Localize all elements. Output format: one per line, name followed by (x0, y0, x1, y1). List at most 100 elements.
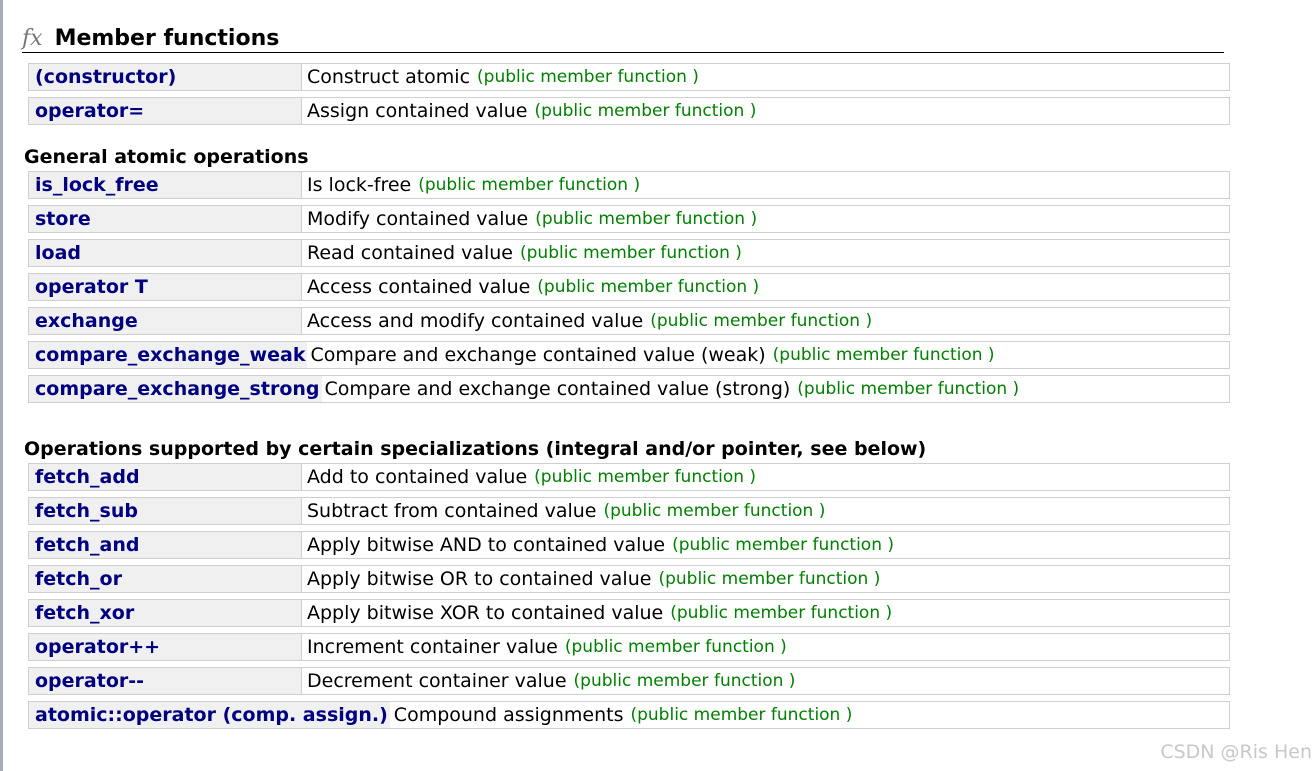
member-description: Decrement container value (307, 670, 567, 692)
left-border (0, 0, 3, 771)
desc-cell: Add to contained value (public member fu… (302, 466, 756, 488)
member-kind: (public member function ) (630, 705, 853, 725)
name-cell: fetch_xor (29, 600, 302, 626)
table-row: store Modify contained value (public mem… (28, 205, 1230, 233)
member-description: Compound assignments (393, 704, 624, 726)
member-description: Read contained value (307, 242, 513, 264)
member-kind: (public member function ) (650, 311, 873, 331)
desc-cell: Modify contained value (public member fu… (302, 208, 757, 230)
member-kind: (public member function ) (573, 671, 796, 691)
member-kind: (public member function ) (418, 175, 641, 195)
member-table-basic: (constructor) Construct atomic (public m… (28, 63, 1230, 125)
name-cell: fetch_and (29, 532, 302, 558)
member-description: Access contained value (307, 276, 531, 298)
member-description: Compare and exchange contained value (we… (310, 344, 766, 366)
member-link[interactable]: exchange (35, 310, 138, 332)
member-link[interactable]: compare_exchange_strong (35, 378, 320, 400)
table-row: atomic::operator (comp. assign.) Compoun… (28, 701, 1230, 729)
name-cell: operator= (29, 98, 302, 124)
table-row: exchange Access and modify contained val… (28, 307, 1230, 335)
fx-icon: fx (22, 26, 43, 51)
desc-cell: Construct atomic (public member function… (302, 66, 699, 88)
member-link[interactable]: operator= (35, 100, 144, 122)
member-link[interactable]: fetch_add (35, 466, 140, 488)
member-kind: (public member function ) (520, 243, 742, 263)
member-description: Access and modify contained value (307, 310, 644, 332)
name-cell: exchange (29, 308, 302, 334)
desc-cell: Assign contained value (public member fu… (302, 100, 756, 122)
member-link[interactable]: store (35, 208, 91, 230)
desc-cell: Is lock-free (public member function ) (302, 174, 640, 196)
desc-cell: Compound assignments (public member func… (390, 704, 853, 726)
member-link[interactable]: fetch_xor (35, 602, 134, 624)
member-kind: (public member function ) (672, 535, 895, 555)
name-cell: operator++ (29, 634, 302, 660)
member-description: Apply bitwise XOR to contained value (307, 602, 664, 624)
member-kind: (public member function ) (534, 101, 757, 121)
member-link[interactable]: load (35, 242, 81, 264)
member-link[interactable]: operator++ (35, 636, 160, 658)
name-cell: store (29, 206, 302, 232)
member-description: Subtract from contained value (307, 500, 597, 522)
member-link[interactable]: (constructor) (35, 66, 176, 88)
table-row: fetch_xor Apply bitwise XOR to contained… (28, 599, 1230, 627)
group-title-general: General atomic operations (24, 146, 309, 168)
name-cell: operator T (29, 274, 302, 300)
name-cell: is_lock_free (29, 172, 302, 198)
desc-cell: Access contained value (public member fu… (302, 276, 759, 298)
table-row: compare_exchange_strong Compare and exch… (28, 375, 1230, 403)
member-description: Assign contained value (307, 100, 528, 122)
name-cell: fetch_add (29, 464, 302, 490)
page: fx Member functions (constructor) Constr… (0, 0, 1316, 771)
member-link[interactable]: is_lock_free (35, 174, 159, 196)
member-description: Apply bitwise AND to contained value (307, 534, 666, 556)
desc-cell: Compare and exchange contained value (we… (307, 344, 994, 366)
desc-cell: Decrement container value (public member… (302, 670, 795, 692)
member-link[interactable]: operator T (35, 276, 148, 298)
name-cell: (constructor) (29, 64, 302, 90)
member-link[interactable]: fetch_or (35, 568, 122, 590)
table-row: fetch_sub Subtract from contained value … (28, 497, 1230, 525)
member-description: Compare and exchange contained value (st… (324, 378, 791, 400)
desc-cell: Increment container value (public member… (302, 636, 787, 658)
table-row: fetch_and Apply bitwise AND to contained… (28, 531, 1230, 559)
member-kind: (public member function ) (797, 379, 1020, 399)
member-link[interactable]: atomic::operator (comp. assign.) (35, 704, 388, 726)
member-kind: (public member function ) (564, 637, 787, 657)
member-kind: (public member function ) (537, 277, 760, 297)
member-kind: (public member function ) (535, 209, 758, 229)
table-row: fetch_or Apply bitwise OR to contained v… (28, 565, 1230, 593)
group-title-specializations: Operations supported by certain speciali… (24, 438, 927, 460)
desc-cell: Compare and exchange contained value (st… (322, 378, 1020, 400)
member-link[interactable]: compare_exchange_weak (35, 344, 305, 366)
table-row: (constructor) Construct atomic (public m… (28, 63, 1230, 91)
table-row: load Read contained value (public member… (28, 239, 1230, 267)
name-cell: atomic::operator (comp. assign.) (29, 702, 390, 728)
member-kind: (public member function ) (658, 569, 881, 589)
member-link[interactable]: fetch_and (35, 534, 139, 556)
member-link[interactable]: operator-- (35, 670, 144, 692)
name-cell: operator-- (29, 668, 302, 694)
member-kind: (public member function ) (534, 467, 757, 487)
member-description: Is lock-free (307, 174, 412, 196)
section-header: fx Member functions (22, 24, 1224, 53)
name-cell: compare_exchange_strong (29, 376, 322, 402)
table-row: compare_exchange_weak Compare and exchan… (28, 341, 1230, 369)
content: fx Member functions (constructor) Constr… (22, 24, 1232, 735)
name-cell: fetch_or (29, 566, 302, 592)
member-description: Construct atomic (307, 66, 471, 88)
name-cell: compare_exchange_weak (29, 342, 308, 368)
table-row: fetch_add Add to contained value (public… (28, 463, 1230, 491)
member-table-general: is_lock_free Is lock-free (public member… (28, 171, 1230, 403)
member-description: Modify contained value (307, 208, 529, 230)
table-row: operator-- Decrement container value (pu… (28, 667, 1230, 695)
member-table-specializations: fetch_add Add to contained value (public… (28, 463, 1230, 729)
member-description: Apply bitwise OR to contained value (307, 568, 652, 590)
member-kind: (public member function ) (477, 67, 699, 87)
member-link[interactable]: fetch_sub (35, 500, 138, 522)
member-kind: (public member function ) (603, 501, 826, 521)
desc-cell: Apply bitwise XOR to contained value (pu… (302, 602, 892, 624)
name-cell: load (29, 240, 302, 266)
member-description: Add to contained value (307, 466, 528, 488)
